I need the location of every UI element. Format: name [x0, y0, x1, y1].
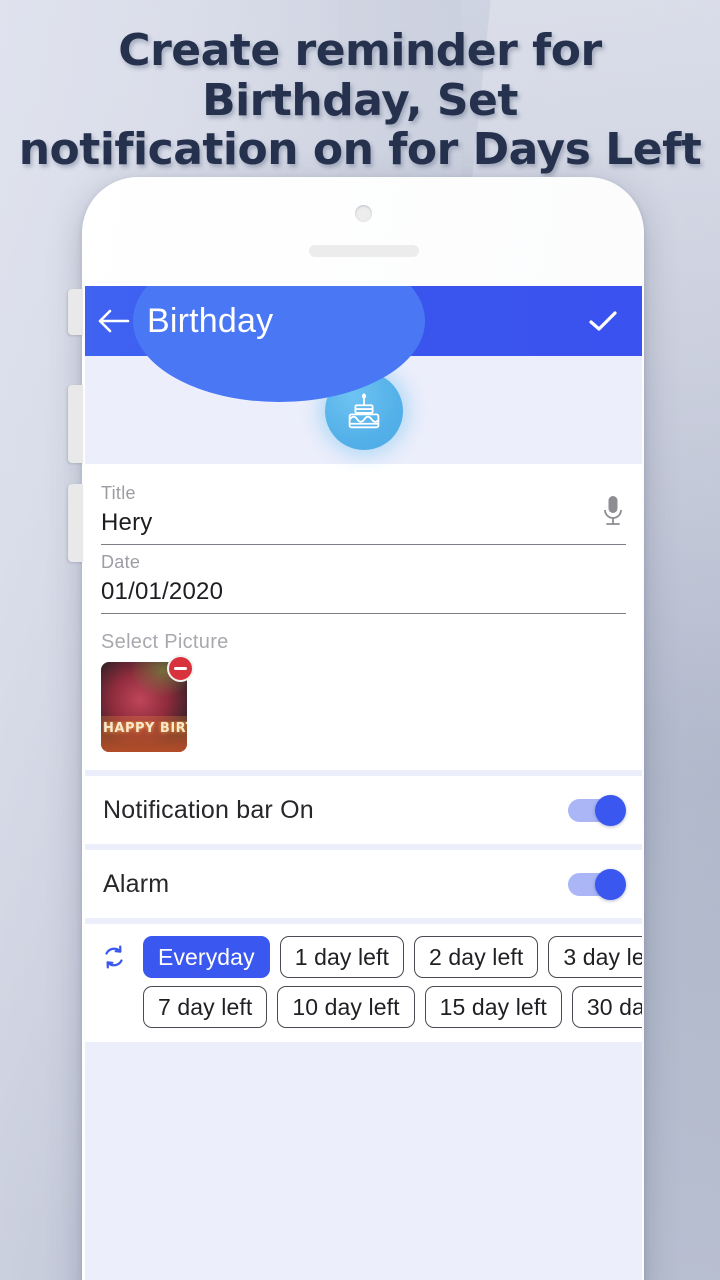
repeat-options-row-2: 7 day left 10 day left 15 day left 30 da… [95, 986, 642, 1028]
repeat-chip-everyday[interactable]: Everyday [143, 936, 270, 978]
select-picture-section: Select Picture HAPPY BIRT [101, 628, 626, 752]
date-field-label: Date [101, 552, 141, 572]
title-field-group: Title Hery [101, 480, 626, 545]
birthday-cake-icon [348, 393, 379, 429]
app-bar: Birthday [85, 286, 642, 402]
select-picture-label: Select Picture [101, 631, 229, 653]
remove-picture-button[interactable] [167, 655, 194, 682]
phone-front-camera [355, 205, 372, 222]
repeat-chip-2-day-left[interactable]: 2 day left [414, 936, 539, 978]
screen-empty-area [85, 1048, 642, 1280]
notification-bar-row[interactable]: Notification bar On [85, 776, 642, 844]
repeat-chip-10-day-left[interactable]: 10 day left [277, 986, 415, 1028]
alarm-row[interactable]: Alarm [85, 850, 642, 918]
title-field-label: Title [101, 483, 136, 503]
toggle-knob [595, 794, 626, 826]
reminder-repeat-card: Everyday 1 day left 2 day left 3 day lef… [85, 924, 642, 1042]
check-icon [589, 311, 617, 331]
app-screen: Birthday Title Hery Date 01/01/2020 Sele… [85, 286, 642, 1280]
alarm-toggle[interactable] [568, 868, 626, 900]
date-field-group: Date 01/01/2020 [101, 549, 626, 614]
repeat-chip-30-day-left[interactable]: 30 day left [571, 986, 642, 1028]
title-input[interactable]: Hery [101, 506, 626, 545]
minus-circle-icon [174, 667, 187, 670]
repeat-button[interactable] [95, 942, 133, 972]
repeat-chip-3-day-left[interactable]: 3 day left [548, 936, 642, 978]
promo-headline-line-2: notification on for Days Left [18, 124, 702, 176]
repeat-options-row-1: Everyday 1 day left 2 day left 3 day lef… [95, 936, 642, 978]
confirm-save-button[interactable] [574, 286, 632, 356]
microphone-icon [604, 496, 622, 525]
notification-bar-toggle[interactable] [568, 794, 626, 826]
promo-headline-line-1: Create reminder for Birthday, Set [118, 25, 602, 126]
microphone-button[interactable] [602, 494, 624, 537]
repeat-chip-15-day-left[interactable]: 15 day left [424, 986, 562, 1028]
details-form-card: Title Hery Date 01/01/2020 Select Pictur… [85, 464, 642, 770]
promo-headline: Create reminder for Birthday, Set notifi… [0, 26, 720, 175]
alarm-label: Alarm [103, 869, 170, 898]
repeat-icon [105, 945, 123, 969]
phone-earpiece-speaker [309, 245, 419, 257]
repeat-chip-7-day-left[interactable]: 7 day left [143, 986, 268, 1028]
thumbnail-caption: HAPPY BIRT [103, 721, 187, 736]
picture-thumbnail-wrapper: HAPPY BIRT [101, 655, 194, 752]
phone-volume-down-button[interactable] [68, 484, 83, 562]
notification-bar-label: Notification bar On [103, 795, 314, 824]
arrow-left-icon [98, 309, 130, 333]
phone-mute-switch[interactable] [68, 289, 83, 335]
back-button[interactable] [85, 286, 143, 356]
date-input[interactable]: 01/01/2020 [101, 575, 626, 614]
phone-volume-up-button[interactable] [68, 385, 83, 463]
page-title: Birthday [147, 301, 274, 340]
repeat-chip-1-day-left[interactable]: 1 day left [279, 936, 405, 978]
toggle-knob [595, 868, 626, 900]
